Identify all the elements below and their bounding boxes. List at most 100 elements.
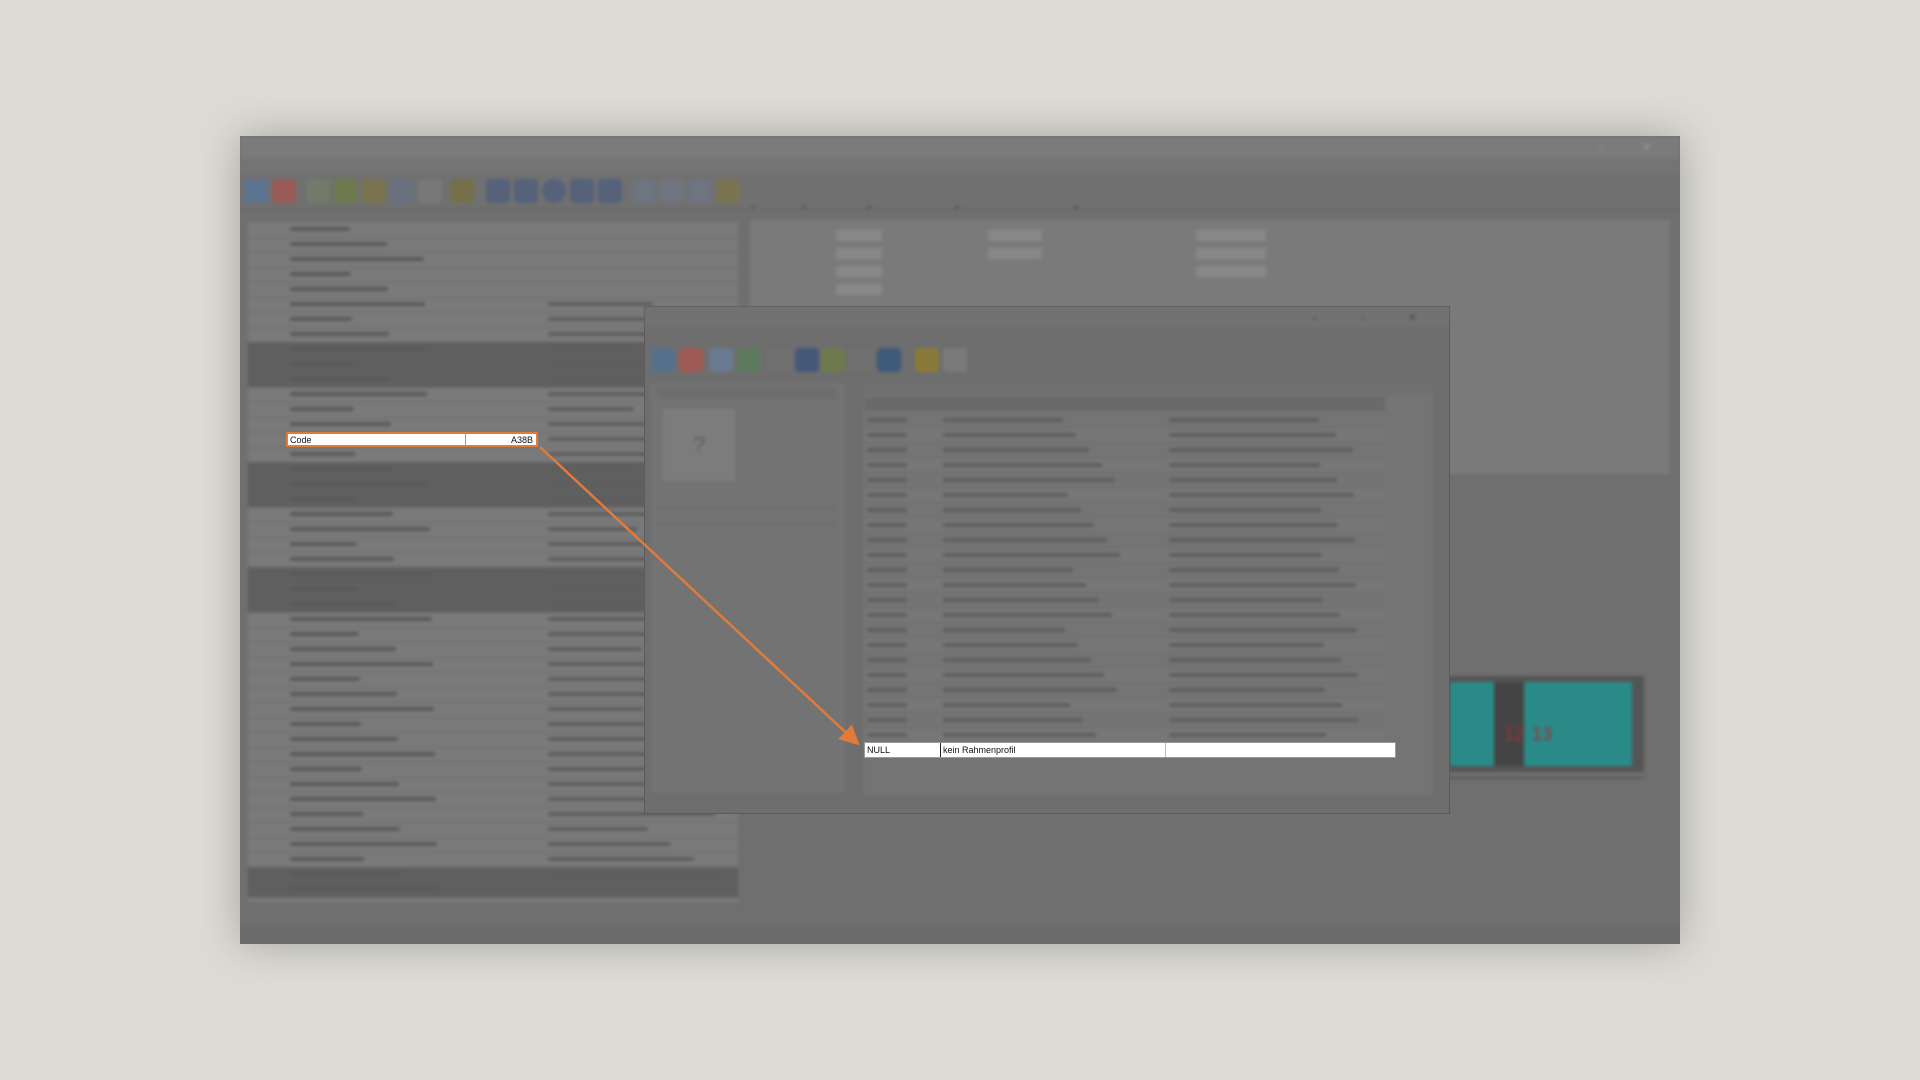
input-field[interactable] (988, 248, 1042, 259)
grid-row-value-placeholder (548, 707, 644, 711)
list-item[interactable] (865, 533, 1385, 548)
tag-icon[interactable] (877, 348, 901, 372)
grid-row[interactable] (248, 867, 738, 883)
grid-icon[interactable] (688, 179, 712, 203)
image-icon[interactable] (737, 348, 761, 372)
dialog-window-controls[interactable]: – ▫ ✕ (1312, 311, 1437, 324)
input-field[interactable] (836, 248, 882, 259)
grid-icon[interactable] (632, 179, 656, 203)
list-item[interactable] (865, 668, 1385, 683)
search-row[interactable] (657, 495, 837, 509)
list-item[interactable] (865, 653, 1385, 668)
menu-item[interactable] (681, 328, 696, 338)
grid-icon[interactable] (660, 179, 684, 203)
list-item[interactable] (865, 473, 1385, 488)
tool-icon[interactable] (334, 179, 358, 203)
list-item[interactable] (865, 608, 1385, 623)
input-field[interactable] (836, 230, 882, 241)
menu-item[interactable] (281, 160, 303, 171)
list-cell-placeholder (867, 538, 907, 542)
list-item[interactable] (865, 683, 1385, 698)
input-field[interactable] (1196, 266, 1266, 277)
null-row-highlight[interactable]: NULL kein Rahmenprofil (864, 742, 1396, 758)
input-field[interactable] (836, 284, 882, 295)
current-record-icon[interactable] (542, 179, 566, 203)
grid-row[interactable] (248, 237, 738, 253)
list-item[interactable] (865, 728, 1385, 743)
list-item[interactable] (865, 413, 1385, 428)
next-record-icon[interactable] (570, 179, 594, 203)
list-item[interactable] (865, 443, 1385, 458)
list-item[interactable] (865, 488, 1385, 503)
input-field[interactable] (1196, 248, 1266, 259)
menu-item[interactable] (358, 160, 391, 171)
previous-record-icon[interactable] (514, 179, 538, 203)
cancel-icon[interactable] (679, 348, 703, 372)
tool-icon[interactable] (716, 179, 740, 203)
tool-icon[interactable] (821, 348, 845, 372)
document-icon[interactable] (418, 179, 442, 203)
list-item[interactable] (865, 638, 1385, 653)
tab[interactable]: ✔ (750, 202, 776, 213)
menu-item[interactable] (322, 160, 339, 171)
grid-row[interactable] (248, 252, 738, 268)
list-item[interactable] (865, 458, 1385, 473)
tool-icon[interactable] (362, 179, 386, 203)
list-cell-placeholder (867, 433, 907, 437)
list-item[interactable] (865, 428, 1385, 443)
tool-icon[interactable] (450, 179, 474, 203)
code-row-highlight[interactable]: Code A38B (286, 432, 538, 447)
menu-item[interactable] (651, 328, 666, 338)
list-item[interactable] (865, 623, 1385, 638)
list-cell-placeholder (867, 688, 907, 692)
grid-row[interactable] (248, 222, 738, 238)
grid-row[interactable] (248, 822, 738, 838)
filter-icon[interactable] (767, 348, 791, 372)
list-item[interactable] (865, 503, 1385, 518)
ok-icon[interactable] (244, 179, 268, 203)
star-icon[interactable] (915, 348, 939, 372)
grid-row[interactable] (248, 282, 738, 298)
list-item[interactable] (865, 548, 1385, 563)
first-record-icon[interactable] (486, 179, 510, 203)
back-button[interactable] (1310, 908, 1333, 918)
input-field[interactable] (988, 230, 1042, 241)
menu-item[interactable] (246, 160, 263, 171)
grid-row[interactable] (248, 267, 738, 283)
code-value[interactable]: A38B (511, 435, 533, 445)
details-panel: ? (651, 383, 845, 793)
cancel-icon[interactable] (272, 179, 296, 203)
window-icon[interactable] (709, 348, 733, 372)
list-item[interactable] (865, 713, 1385, 728)
menu-item[interactable] (738, 328, 771, 338)
input-field[interactable] (836, 266, 882, 277)
save-icon[interactable] (795, 348, 819, 372)
select-button[interactable] (1380, 908, 1403, 918)
tool-icon[interactable] (390, 179, 414, 203)
list-item[interactable] (865, 593, 1385, 608)
finish-button[interactable] (1530, 908, 1545, 918)
ok-icon[interactable] (651, 348, 675, 372)
window-controls[interactable]: ▫ ✕ (1598, 140, 1670, 154)
menu-item[interactable] (711, 328, 724, 338)
list-item[interactable] (865, 578, 1385, 593)
tab[interactable]: ✔ (800, 202, 841, 213)
grid-row[interactable] (248, 852, 738, 868)
list-item[interactable] (865, 563, 1385, 578)
last-record-icon[interactable] (598, 179, 622, 203)
document-icon[interactable] (943, 348, 967, 372)
list-item[interactable] (865, 698, 1385, 713)
tool-icon[interactable] (306, 179, 330, 203)
select-field[interactable] (1196, 230, 1266, 241)
tab[interactable] (1014, 202, 1049, 212)
tab[interactable]: ✔ (866, 202, 929, 213)
list-item[interactable] (865, 518, 1385, 533)
tab[interactable]: ✔ (954, 202, 990, 213)
edit-icon[interactable] (849, 348, 873, 372)
sort-row[interactable] (657, 511, 837, 525)
next-button[interactable] (1450, 908, 1473, 918)
grid-row[interactable] (248, 882, 738, 898)
tab[interactable]: ● (1074, 202, 1126, 212)
wizard-button[interactable] (1240, 908, 1268, 918)
grid-row[interactable] (248, 837, 738, 853)
